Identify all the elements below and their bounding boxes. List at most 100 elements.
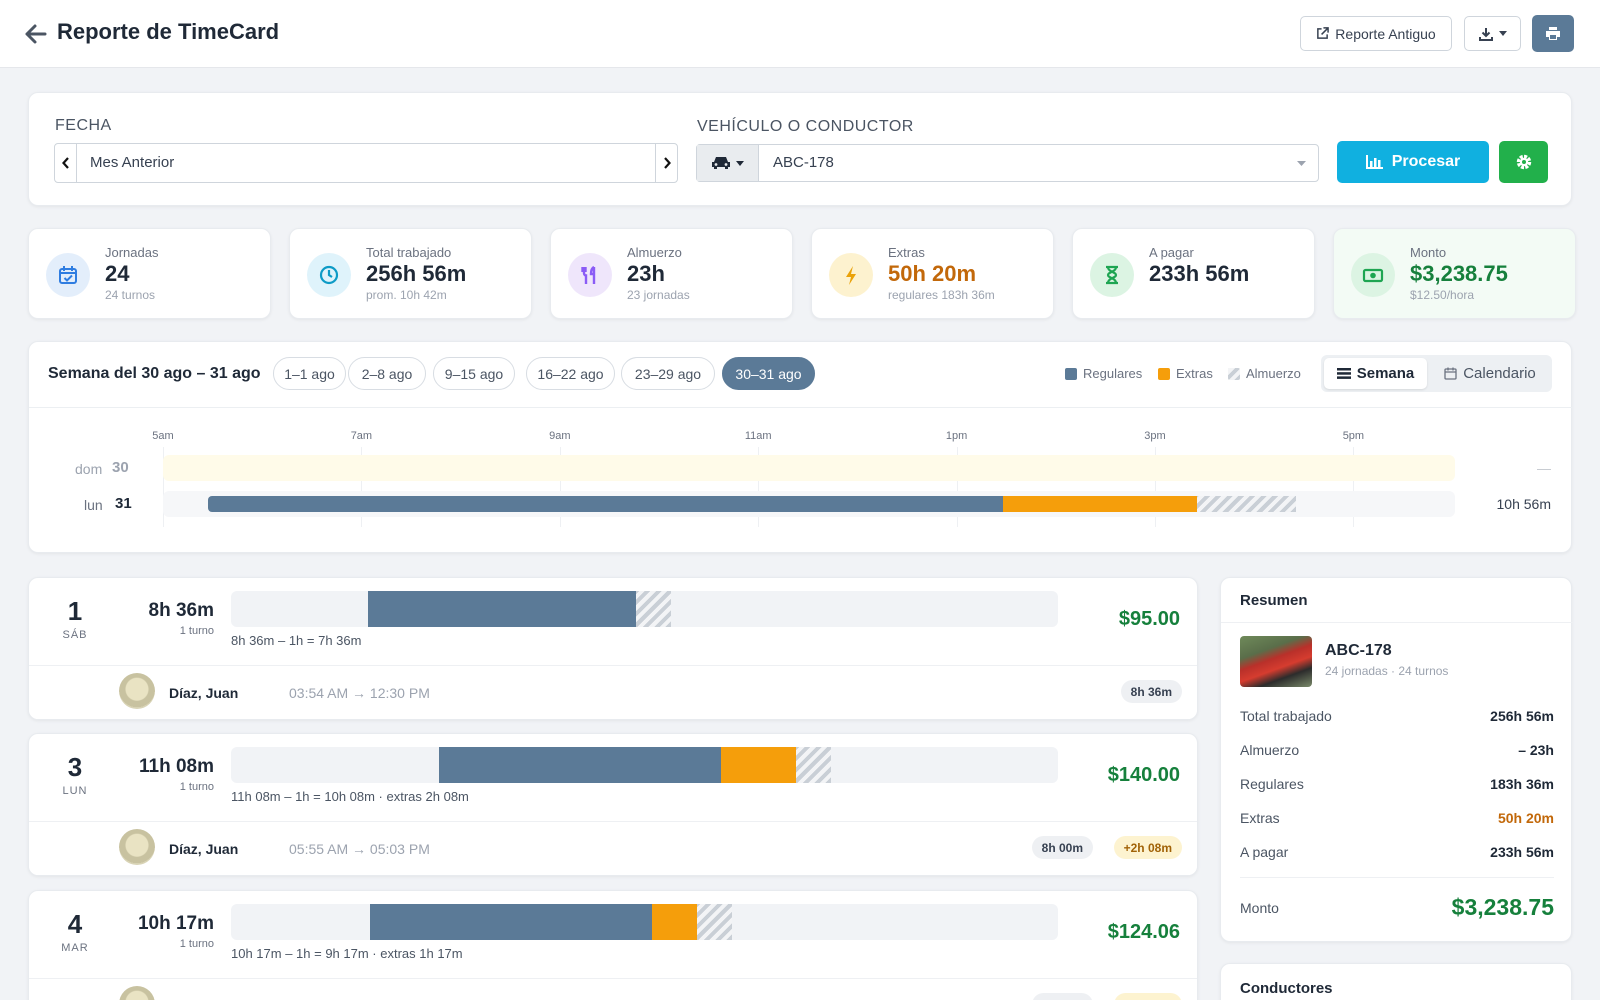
view-week-label: Semana — [1356, 365, 1415, 382]
day-formula: 8h 36m – 1h = 7h 36m — [231, 633, 362, 648]
bar-lunch — [696, 904, 732, 940]
time-tick-label: 7am — [350, 430, 373, 442]
day-hours: 11h 08m — [139, 756, 214, 777]
drivers-title: Conductores — [1240, 980, 1333, 997]
week-timeline: Semana del 30 ago – 31 ago 1–1 ago 2–8 ag… — [28, 341, 1573, 553]
week-chip[interactable]: 2–8 ago — [348, 357, 426, 390]
stat-card-jornadas: Jornadas 24 24 turnos — [28, 228, 271, 319]
day-formula: 11h 08m – 1h = 10h 08m · extras 2h 08m — [231, 789, 469, 804]
avatar — [119, 673, 155, 709]
divider — [1221, 622, 1573, 623]
print-icon — [1546, 27, 1560, 40]
bar-regular — [439, 747, 721, 783]
chart-bar-icon — [1365, 155, 1383, 169]
row-weekday: lun — [84, 497, 103, 513]
stat-card-monto: Monto $3,238.75 $12.50/hora — [1333, 228, 1576, 319]
bar-regular — [370, 904, 652, 940]
week-chip[interactable]: 9–15 ago — [433, 357, 515, 390]
time-tick-label: 9am — [549, 430, 571, 442]
next-date-button[interactable] — [655, 144, 677, 182]
summary-row-value: 233h 56m — [1490, 844, 1554, 860]
stat-sub: 23 jornadas — [627, 288, 690, 302]
week-chip[interactable]: 23–29 ago — [621, 357, 715, 390]
stat-card-almuerzo: Almuerzo 23h 23 jornadas — [550, 228, 793, 319]
day-card[interactable]: 3 LUN 11h 08m 1 turno 11h 08m – 1h = 10h 08m… — [28, 733, 1198, 876]
bar-extra — [1003, 496, 1197, 512]
day-amount: $140.00 — [1107, 764, 1180, 786]
view-calendar-label: Calendario — [1463, 365, 1536, 382]
download-icon — [1478, 27, 1493, 41]
legend-extras: Extras — [1158, 366, 1213, 381]
row-total: 10h 56m — [1496, 496, 1551, 512]
process-button[interactable]: Procesar — [1337, 141, 1489, 183]
summary-row-label: Total trabajado — [1240, 708, 1332, 724]
driver-row[interactable]: Díaz, Juan 05:55 AM → 05:03 PM 8h 00m +2h 0… — [29, 821, 1197, 875]
summary-subtitle: 24 jornadas · 24 turnos — [1325, 664, 1449, 678]
legend-label: Extras — [1176, 366, 1213, 381]
bar-extra — [720, 747, 796, 783]
stat-title: A pagar — [1149, 245, 1194, 260]
time-tick-label: 3pm — [1144, 430, 1166, 442]
download-dropdown-button[interactable] — [1464, 16, 1521, 51]
stat-value: 23h — [627, 261, 665, 286]
summary-amount-row: Monto $3,238.75 — [1240, 894, 1554, 921]
week-chip[interactable]: 1–1 ago — [273, 357, 346, 390]
view-week-button[interactable]: Semana — [1324, 358, 1427, 389]
vehicle-type-toggle[interactable] — [697, 145, 759, 181]
driver-row[interactable]: Díaz, Juan 03:54 AM → 12:30 PM 8h 36m — [29, 665, 1197, 719]
arrow-left-icon[interactable] — [24, 22, 48, 46]
stat-card-extras: Extras 50h 20m regulares 183h 36m — [811, 228, 1054, 319]
calendar-check-icon — [59, 266, 77, 284]
caret-down-icon — [736, 160, 744, 166]
date-value[interactable]: Mes Anterior — [77, 144, 655, 182]
summary-row: Extras 50h 20m — [1240, 810, 1554, 826]
day-card[interactable]: 1 SÁB 8h 36m 1 turno 8h 36m – 1h = 7h 36m $95… — [28, 577, 1198, 720]
view-calendar-button[interactable]: Calendario — [1431, 358, 1549, 389]
stat-card-total-trabajado: Total trabajado 256h 56m prom. 10h 42m — [289, 228, 532, 319]
summary-row-value: 50h 20m — [1497, 810, 1554, 826]
vehicle-value[interactable]: ABC-178 — [759, 145, 1284, 181]
day-amount: $95.00 — [1118, 608, 1180, 630]
stat-value: 233h 56m — [1149, 261, 1250, 286]
driver-row[interactable]: Díaz, Juan03:57 AM → 02:15 PM8h 00m+1h 1… — [29, 978, 1197, 1000]
extra-pill: +2h 08m — [1113, 836, 1182, 859]
date-selector[interactable]: Mes Anterior — [54, 143, 678, 183]
stat-title: Extras — [888, 245, 925, 260]
prev-date-button[interactable] — [55, 144, 77, 182]
time-tick-label: 5am — [152, 430, 174, 442]
vehicle-selector[interactable]: ABC-178 — [696, 144, 1319, 182]
row-daynum: 31 — [115, 495, 132, 512]
gear-icon — [1516, 154, 1531, 170]
divider — [29, 407, 1573, 408]
vehicle-dropdown-caret[interactable] — [1284, 145, 1318, 181]
print-button[interactable] — [1532, 15, 1574, 52]
filter-panel: FECHA Mes Anterior VEHÍCULO O CONDUCTOR … — [28, 92, 1572, 206]
week-chip[interactable]: 30–31 ago — [722, 357, 815, 390]
settings-button[interactable] — [1499, 141, 1548, 183]
day-card[interactable]: 4 MAR 10h 17m 1 turno 10h 17m – 1h = 9h 17m … — [28, 890, 1198, 1000]
avatar — [119, 829, 155, 865]
drivers-panel: Conductores — [1220, 963, 1572, 1000]
chevron-right-icon — [663, 157, 671, 169]
calendar-icon — [1444, 367, 1457, 380]
stat-icon-circle — [46, 253, 90, 297]
summary-row-label: Extras — [1240, 810, 1280, 826]
stat-title: Total trabajado — [366, 245, 452, 260]
day-formula: 10h 17m – 1h = 9h 17m · extras 1h 17m — [231, 946, 463, 961]
stat-sub: prom. 10h 42m — [366, 288, 447, 302]
driver-name: Díaz, Juan — [169, 841, 239, 857]
driver-time-range: 03:54 AM → 12:30 PM — [289, 685, 430, 701]
old-report-button[interactable]: Reporte Antiguo — [1300, 16, 1452, 51]
summary-title: Resumen — [1240, 592, 1308, 609]
stat-icon-circle — [1351, 253, 1395, 297]
stat-title: Jornadas — [105, 245, 159, 260]
bar-lunch — [635, 591, 671, 627]
money-bill-icon — [1362, 268, 1384, 283]
day-hours: 10h 17m — [137, 913, 214, 934]
summary-plate: ABC-178 — [1325, 642, 1392, 659]
bar-regular — [368, 591, 636, 627]
summary-panel: Resumen ABC-178 24 jornadas · 24 turnos … — [1220, 577, 1573, 942]
week-chip[interactable]: 16–22 ago — [526, 357, 615, 390]
stat-value: $3,238.75 — [1410, 261, 1508, 286]
week-title: Semana del 30 ago – 31 ago — [48, 365, 261, 382]
